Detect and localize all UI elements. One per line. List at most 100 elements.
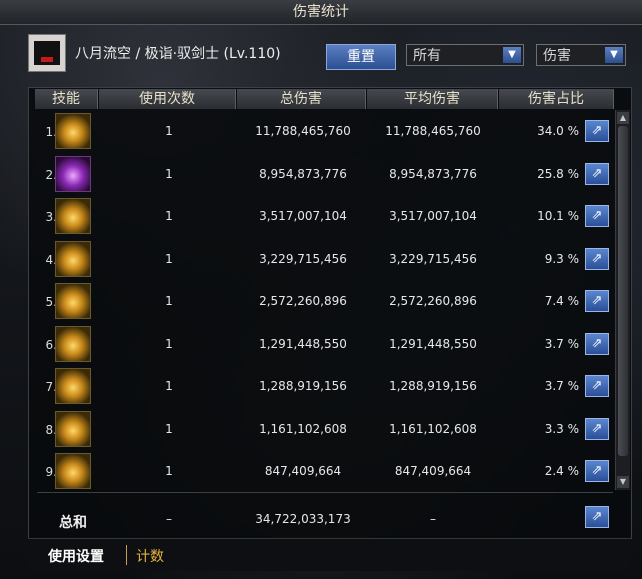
col-total-damage[interactable]: 总伤害 <box>237 89 366 109</box>
share-icon: ⇗ <box>591 123 603 138</box>
share-icon: ⇗ <box>591 208 603 223</box>
share-icon: ⇗ <box>591 335 603 351</box>
avatar-mouth <box>41 57 53 62</box>
tab-settings[interactable]: 使用设置 <box>48 546 104 566</box>
gold-burst-skill-icon <box>55 113 91 149</box>
gold-slash-skill-icon <box>55 240 91 277</box>
avatar <box>28 34 66 72</box>
footer-tabs: 使用设置 计数 <box>28 538 630 571</box>
window-titlebar[interactable]: 伤害统计 <box>0 0 642 25</box>
row-damage-share: 3.7 % <box>544 336 579 351</box>
share-icon: ⇗ <box>591 250 603 266</box>
row-uses: 1 <box>165 124 173 138</box>
gold-wave-skill-icon <box>55 325 91 362</box>
share-row-button[interactable]: ⇗ <box>585 375 609 397</box>
share-row-button[interactable]: ⇗ <box>585 247 609 270</box>
share-icon: ⇗ <box>591 463 603 478</box>
col-damage-share[interactable]: 伤害占比 <box>499 89 614 109</box>
row-uses: 1 <box>165 379 173 393</box>
header: 八月流空 / 极诣·驭剑士 (Lv.110) 重置 所有 ▼ 伤害 ▼ <box>28 30 638 80</box>
scroll-down-icon[interactable]: ▼ <box>617 476 629 488</box>
row-total-damage: 8,954,873,776 <box>259 166 347 181</box>
row-damage-share: 9.3 % <box>544 251 579 266</box>
row-damage-share: 3.3 % <box>544 421 579 436</box>
share-row-button[interactable]: ⇗ <box>585 205 609 227</box>
table-header: 技能 使用次数 总伤害 平均伤害 伤害占比 <box>29 88 614 110</box>
gold-dash-skill-icon <box>55 453 91 489</box>
row-avg-damage: 8,954,873,776 <box>389 166 477 181</box>
tab-count[interactable]: 计数 <box>136 546 164 566</box>
table-row: 5. 1 2,572,260,896 2,572,260,896 7.4 % ⇗ <box>29 281 613 323</box>
source-filter-select[interactable]: 所有 ▼ <box>406 44 524 66</box>
total-uses: – <box>166 512 172 526</box>
row-uses: 1 <box>165 464 173 478</box>
col-skill[interactable]: 技能 <box>35 89 98 109</box>
table-row: 1. 1 11,788,465,760 11,788,465,760 34.0 % ⇗ <box>29 111 613 153</box>
gold-crescent-skill-icon <box>55 368 91 404</box>
gold-spirit-skill-icon <box>55 410 91 447</box>
row-total-damage: 3,229,715,456 <box>259 251 347 266</box>
table-row: 4. 1 3,229,715,456 3,229,715,456 9.3 % ⇗ <box>29 239 613 281</box>
chevron-down-icon[interactable]: ▼ <box>503 47 521 63</box>
row-uses: 1 <box>165 336 173 351</box>
row-damage-share: 2.4 % <box>544 464 579 478</box>
col-uses[interactable]: 使用次数 <box>99 89 236 109</box>
row-avg-damage: 2,572,260,896 <box>389 294 477 308</box>
row-total-damage: 11,788,465,760 <box>255 124 351 138</box>
share-icon: ⇗ <box>591 378 603 393</box>
total-avg: – <box>430 512 436 526</box>
share-row-button[interactable]: ⇗ <box>585 332 609 355</box>
window-title: 伤害统计 <box>293 4 349 20</box>
chevron-down-icon[interactable]: ▼ <box>605 47 623 63</box>
scrollbar-thumb[interactable] <box>618 126 628 456</box>
row-avg-damage: 11,788,465,760 <box>385 124 481 138</box>
share-icon: ⇗ <box>591 420 603 436</box>
row-total-damage: 2,572,260,896 <box>259 294 347 308</box>
scroll-up-icon[interactable]: ▲ <box>617 112 629 124</box>
row-uses: 1 <box>165 166 173 181</box>
row-damage-share: 7.4 % <box>544 294 579 308</box>
row-damage-share: 34.0 % <box>537 124 579 138</box>
share-row-button[interactable]: ⇗ <box>585 120 609 142</box>
share-row-button[interactable]: ⇗ <box>585 162 609 185</box>
row-total-damage: 1,288,919,156 <box>259 379 347 393</box>
character-name: 八月流空 / 极诣·驭剑士 (Lv.110) <box>75 46 281 62</box>
row-total-damage: 1,291,448,550 <box>259 336 347 351</box>
table-row: 8. 1 1,161,102,608 1,161,102,608 3.3 % ⇗ <box>29 409 613 451</box>
share-row-button[interactable]: ⇗ <box>585 290 609 312</box>
row-uses: 1 <box>165 294 173 308</box>
row-damage-share: 3.7 % <box>544 379 579 393</box>
total-row: 总和 – 34,722,033,173 – ⇗ <box>29 498 613 540</box>
table-row: 3. 1 3,517,007,104 3,517,007,104 10.1 % ⇗ <box>29 196 613 238</box>
col-avg-damage[interactable]: 平均伤害 <box>367 89 498 109</box>
table-row: 9. 1 847,409,664 847,409,664 2.4 % ⇗ <box>29 451 613 493</box>
table-row: 7. 1 1,288,919,156 1,288,919,156 3.7 % ⇗ <box>29 366 613 408</box>
reset-button[interactable]: 重置 <box>326 44 396 70</box>
row-avg-damage: 1,291,448,550 <box>389 336 477 351</box>
gold-crown-skill-icon <box>55 198 91 234</box>
row-avg-damage: 847,409,664 <box>394 464 472 478</box>
row-uses: 1 <box>165 251 173 266</box>
share-row-button[interactable]: ⇗ <box>585 417 609 440</box>
purple-swords-skill-icon <box>55 155 91 192</box>
row-avg-damage: 3,517,007,104 <box>389 209 477 223</box>
total-label: 总和 <box>59 515 87 531</box>
row-avg-damage: 3,229,715,456 <box>389 251 477 266</box>
row-total-damage: 1,161,102,608 <box>259 421 347 436</box>
row-avg-damage: 1,288,919,156 <box>389 379 477 393</box>
table-row: 2. 1 8,954,873,776 8,954,873,776 25.8 % ⇗ <box>29 154 613 196</box>
total-damage: 34,722,033,173 <box>255 512 351 526</box>
source-filter-value: 所有 <box>413 48 441 64</box>
share-icon: ⇗ <box>591 509 603 524</box>
metric-filter-select[interactable]: 伤害 ▼ <box>536 44 626 66</box>
table-row: 6. 1 1,291,448,550 1,291,448,550 3.7 % ⇗ <box>29 324 613 366</box>
scrollbar[interactable]: ▲ ▼ <box>615 110 630 490</box>
row-total-damage: 3,517,007,104 <box>259 209 347 223</box>
share-total-button[interactable]: ⇗ <box>585 506 609 528</box>
share-row-button[interactable]: ⇗ <box>585 460 609 482</box>
share-icon: ⇗ <box>591 293 603 308</box>
row-avg-damage: 1,161,102,608 <box>389 421 477 436</box>
divider <box>37 492 613 493</box>
row-total-damage: 847,409,664 <box>264 464 342 478</box>
row-damage-share: 10.1 % <box>537 209 579 223</box>
